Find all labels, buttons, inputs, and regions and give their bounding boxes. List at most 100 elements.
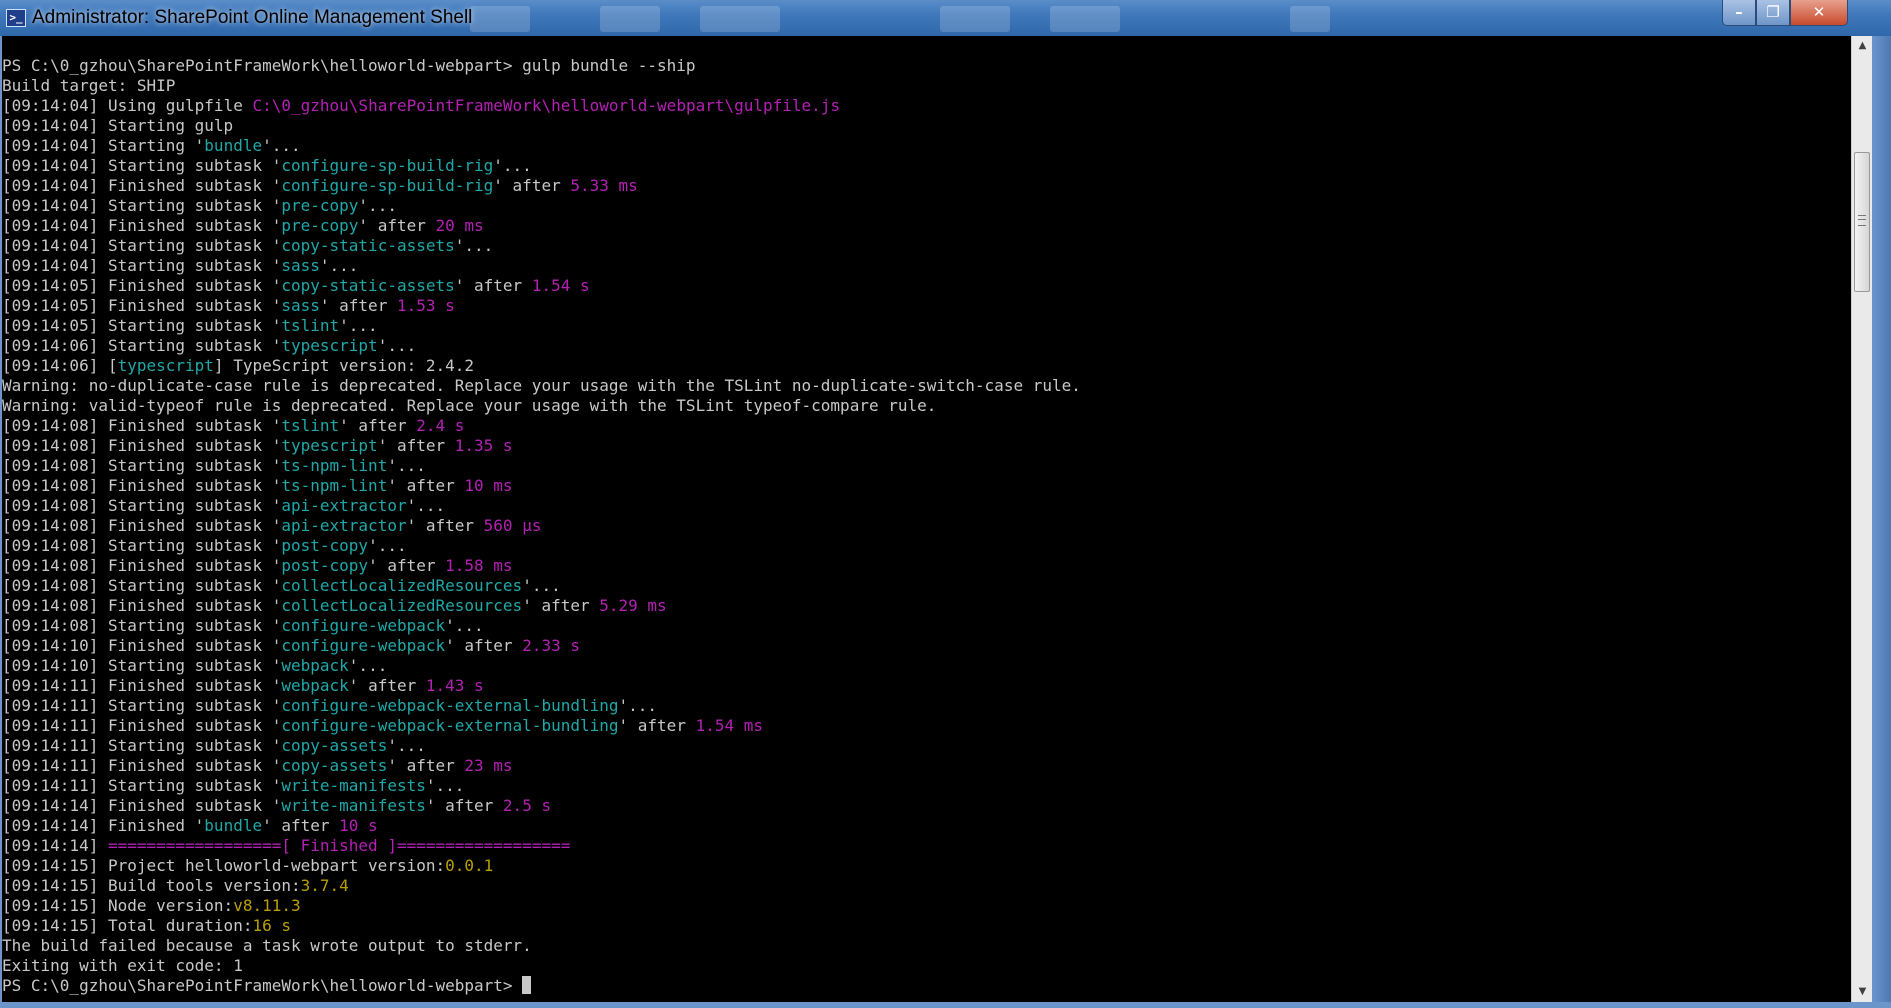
console-text-segment: [09:14:04] Starting subtask ' [2,196,282,215]
console-line: [09:14:08] Finished subtask 'api-extract… [2,516,1081,536]
console-text-segment: ' after [319,296,397,315]
console-text-segment: 23 ms [464,756,513,775]
console-text-segment: 10 s [339,816,378,835]
console-text-segment: '... [493,156,532,175]
console-line: [09:14:04] Finished subtask 'pre-copy' a… [2,216,1081,236]
console-text-segment: ' after [618,716,696,735]
console-line: [09:14:04] Starting subtask 'configure-s… [2,156,1081,176]
console-text-segment: [09:14:05] Finished subtask ' [2,296,282,315]
powershell-app-icon: >_ [6,9,26,27]
console-text-segment: '... [387,736,426,755]
console-line: [09:14:08] Finished subtask 'typescript'… [2,436,1081,456]
console-line: [09:14:08] Finished subtask 'post-copy' … [2,556,1081,576]
console-text-segment: ts-npm-lint [281,456,388,475]
console-text-segment: 3.7.4 [300,876,349,895]
maximize-button[interactable]: ❐ [1756,0,1790,26]
console-text-segment: [09:14:04] Starting gulp [2,116,234,135]
console-text-segment: copy-static-assets [281,276,455,295]
console-line: [09:14:08] Starting subtask 'configure-w… [2,616,1081,636]
console-line: [09:14:14] Finished 'bundle' after 10 s [2,816,1081,836]
console-text-segment: sass [281,256,320,275]
console-text-segment: 0.0.1 [445,856,494,875]
console-line: Warning: valid-typeof rule is deprecated… [2,396,1081,416]
console-text-segment: [09:14:08] Finished subtask ' [2,416,282,435]
vertical-scrollbar[interactable]: ▲ ▼ [1851,36,1873,1002]
console-text-segment: write-manifests [281,776,426,795]
title-bar[interactable]: >_ Administrator: SharePoint Online Mana… [0,0,1891,37]
console-line: [09:14:10] Finished subtask 'configure-w… [2,636,1081,656]
window-frame-bottom [0,1002,1891,1008]
console-text-segment: tslint [281,416,340,435]
console-text-segment: [09:14:11] Finished subtask ' [2,716,282,735]
console-text-segment: 1.54 s [531,276,590,295]
console-output[interactable]: PS C:\0_gzhou\SharePointFrameWork\hellow… [2,36,1851,1002]
console-text-segment: '... [445,616,484,635]
console-line: [09:14:15] Total duration:16 s [2,916,1081,936]
console-text-segment: ' after [358,216,436,235]
console-text-segment: [09:14:08] Finished subtask ' [2,436,282,455]
console-text-segment: post-copy [281,556,369,575]
console-text-segment: '... [262,136,301,155]
console-text-segment: 1.58 ms [445,556,513,575]
console-text-segment: Warning: valid-typeof rule is deprecated… [2,396,937,415]
console-text-segment: [09:14:15] Build tools version: [2,876,301,895]
console-text-segment: Exiting with exit code: 1 [2,956,243,975]
console-text-segment: [09:14:08] Starting subtask ' [2,496,282,515]
console-text-segment: 2.33 s [522,636,580,655]
console-text-segment: 16 s [252,916,291,935]
console-line: [09:14:11] Finished subtask 'webpack' af… [2,676,1081,696]
close-button[interactable]: ✕ [1790,0,1848,26]
console-text-segment: PS C:\0_gzhou\SharePointFrameWork\hellow… [2,976,523,995]
console-text-segment: 560 μs [483,516,542,535]
console-text-segment: bundle [204,136,263,155]
scroll-down-arrow-icon[interactable]: ▼ [1852,982,1873,1002]
console-line: [09:14:06] Starting subtask 'typescript'… [2,336,1081,356]
console-text-segment: [09:14:14] Finished subtask ' [2,796,282,815]
console-text-segment: 1.54 ms [695,716,764,735]
console-text-segment: 1.35 s [454,436,513,455]
console-line: [09:14:10] Starting subtask 'webpack'... [2,656,1081,676]
console-text-segment: sass [281,296,320,315]
console-line: [09:14:11] Starting subtask 'write-manif… [2,776,1081,796]
minimize-button[interactable]: – [1722,0,1756,26]
console-text-segment: C:\0_gzhou\SharePointFrameWork\helloworl… [252,96,841,115]
console-text-segment: Build target: SHIP [2,76,176,95]
window-title: Administrator: SharePoint Online Managem… [32,7,473,28]
console-text-segment: typescript [117,356,214,375]
console-text-segment: ' after [262,816,340,835]
console-text-segment: [09:14:11] Finished subtask ' [2,676,282,695]
scrollbar-thumb[interactable] [1854,152,1870,292]
console-line: [09:14:11] Finished subtask 'copy-assets… [2,756,1081,776]
console-text-segment: configure-webpack [281,636,446,655]
console-line: Build target: SHIP [2,76,1081,96]
scroll-up-arrow-icon[interactable]: ▲ [1852,36,1873,56]
console-text-segment: '... [454,236,494,255]
console-text-segment: copy-assets [281,756,388,775]
console-text-segment: configure-webpack-external-bundling [281,716,619,735]
console-text-segment: '... [522,576,561,595]
console-text-segment: ] TypeScript version: 2.4.2 [213,356,475,375]
console-text-segment: 5.33 ms [570,176,638,195]
console-text-segment: ' after [425,796,503,815]
console-text-segment: [09:14:08] Starting subtask ' [2,616,282,635]
console-line: PS C:\0_gzhou\SharePointFrameWork\hellow… [2,56,1081,76]
console-text-segment: tslint [281,316,340,335]
window-frame-right [1872,36,1891,1008]
console-line: [09:14:04] Starting subtask 'copy-static… [2,236,1081,256]
console-line: [09:14:08] Starting subtask 'ts-npm-lint… [2,456,1081,476]
powershell-window: >_ Administrator: SharePoint Online Mana… [0,0,1891,1008]
console-text-segment: api-extractor [281,496,407,515]
console-line: [09:14:08] Finished subtask 'tslint' aft… [2,416,1081,436]
console-text-segment: [09:14:10] Finished subtask ' [2,636,282,655]
console-text-segment: ' after [368,556,446,575]
console-text-segment: '... [368,536,407,555]
console-text-segment: [09:14:15] Node version: [2,896,234,915]
console-text-segment: [09:14:04] Starting subtask ' [2,156,282,175]
console-text-segment: '... [425,776,465,795]
console-line: [09:14:15] Project helloworld-webpart ve… [2,856,1081,876]
console-line: [09:14:06] [typescript] TypeScript versi… [2,356,1081,376]
console-text-segment: write-manifests [281,796,426,815]
console-text-segment: 5.29 ms [599,596,667,615]
console-line: [09:14:11] Starting subtask 'configure-w… [2,696,1081,716]
console-line: [09:14:04] Using gulpfile C:\0_gzhou\Sha… [2,96,1081,116]
